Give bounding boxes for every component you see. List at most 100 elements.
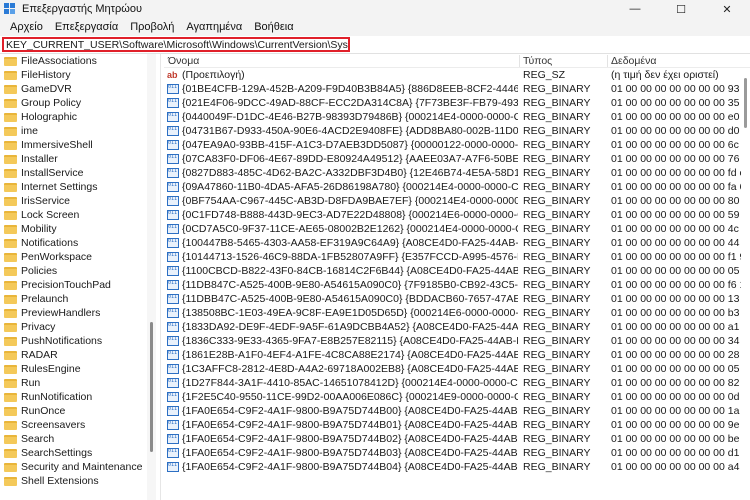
column-name-header[interactable]: Όνομα xyxy=(168,55,199,67)
tree-item[interactable]: Search xyxy=(0,432,54,446)
folder-icon xyxy=(4,126,17,136)
folder-icon xyxy=(4,280,17,290)
tree-item[interactable]: RulesEngine xyxy=(0,362,81,376)
tree-item[interactable]: FileAssociations xyxy=(0,54,97,68)
tree-item-label: Lock Screen xyxy=(21,209,80,221)
folder-icon xyxy=(4,378,17,388)
tree-item[interactable]: FileHistory xyxy=(0,68,71,82)
close-button[interactable]: ✕ xyxy=(704,0,750,18)
value-row[interactable]: 011 110{1FA0E654-C9F2-4A1F-9800-B9A75D74… xyxy=(164,446,750,460)
value-row[interactable]: 011 110{0CD7A5C0-9F37-11CE-AE65-08002B2E… xyxy=(164,222,750,236)
tree-item[interactable]: RADAR xyxy=(0,348,58,362)
tree-item[interactable]: PushNotifications xyxy=(0,334,102,348)
tree-item[interactable]: ime xyxy=(0,124,38,138)
value-row[interactable]: 011 110{0827D883-485C-4D62-BA2C-A332DBF3… xyxy=(164,166,750,180)
tree-item[interactable]: RunNotification xyxy=(0,390,92,404)
value-row[interactable]: ab (Προεπιλογή) REG_SZ (η τιμή δεν έχει ορι… xyxy=(164,68,750,82)
tree-item[interactable]: PreviewHandlers xyxy=(0,306,100,320)
tree-item[interactable]: Holographic xyxy=(0,110,77,124)
tree-item[interactable]: PrecisionTouchPad xyxy=(0,278,111,292)
tree-item[interactable]: Notifications xyxy=(0,236,78,250)
value-row[interactable]: 011 110{047EA9A0-93BB-415F-A1C3-D7AEB3DD… xyxy=(164,138,750,152)
tree-item-label: Installer xyxy=(21,153,58,165)
value-row[interactable]: 011 110{0C1FD748-B888-443D-9EC3-AD7E22D4… xyxy=(164,208,750,222)
tree-item[interactable]: Internet Settings xyxy=(0,180,97,194)
tree-item[interactable]: PenWorkspace xyxy=(0,250,92,264)
value-row[interactable]: 011 110{1861E28B-A1F0-4EF4-A1FE-4C8CA88E… xyxy=(164,348,750,362)
tree-item[interactable]: Mobility xyxy=(0,222,57,236)
folder-icon xyxy=(4,182,17,192)
tree-item[interactable]: Lock Screen xyxy=(0,208,79,222)
value-row[interactable]: 011 110{1FA0E654-C9F2-4A1F-9800-B9A75D74… xyxy=(164,460,750,474)
folder-icon xyxy=(4,308,17,318)
value-type: REG_BINARY xyxy=(523,111,591,123)
tree-scrollbar[interactable] xyxy=(147,54,156,500)
column-type-header[interactable]: Τύπος xyxy=(523,55,552,67)
tree-item[interactable]: Policies xyxy=(0,264,57,278)
key-tree[interactable]: FileAssociations FileHistory GameDVR Group … xyxy=(0,54,160,500)
value-row[interactable]: 011 110{1F2E5C40-9550-11CE-99D2-00AA006E… xyxy=(164,390,750,404)
value-data: 01 00 00 00 00 00 00 00 d1 c9 xyxy=(611,447,741,459)
tree-item[interactable]: IrisService xyxy=(0,194,70,208)
binary-value-icon: 011 110 xyxy=(167,294,179,304)
tree-scrollbar-thumb[interactable] xyxy=(150,322,153,452)
value-row[interactable]: 011 110{1FA0E654-C9F2-4A1F-9800-B9A75D74… xyxy=(164,404,750,418)
tree-item[interactable]: Run xyxy=(0,376,40,390)
tree-item[interactable]: InstallService xyxy=(0,166,83,180)
tree-item[interactable]: Shell Extensions xyxy=(0,474,99,488)
tree-item[interactable]: Prelaunch xyxy=(0,292,68,306)
value-row[interactable]: 011 110{04731B67-D933-450A-90E6-4ACD2E94… xyxy=(164,124,750,138)
tree-item[interactable]: SearchSettings xyxy=(0,446,92,460)
value-type: REG_SZ xyxy=(523,69,566,81)
value-row[interactable]: 011 110{1836C333-9E33-4365-9FA7-E8B257E8… xyxy=(164,334,750,348)
tree-item[interactable]: Group Policy xyxy=(0,96,81,110)
value-row[interactable]: 011 110{1FA0E654-C9F2-4A1F-9800-B9A75D74… xyxy=(164,418,750,432)
maximize-button[interactable]: ☐ xyxy=(658,0,704,18)
value-row[interactable]: 011 110{1FA0E654-C9F2-4A1F-9800-B9A75D74… xyxy=(164,432,750,446)
value-row[interactable]: 011 110{1100CBCD-B822-43F0-84CB-16814C2F… xyxy=(164,264,750,278)
tree-item[interactable]: Installer xyxy=(0,152,58,166)
value-row[interactable]: 011 110{07CA83F0-DF06-4E67-89DD-E80924A4… xyxy=(164,152,750,166)
value-data: 01 00 00 00 00 00 00 00 0d 6c xyxy=(611,391,741,403)
value-row[interactable]: 011 110{01BE4CFB-129A-452B-A209-F9D40B3B… xyxy=(164,82,750,96)
value-row[interactable]: 011 110{021E4F06-9DCC-49AD-88CF-ECC2DA31… xyxy=(164,96,750,110)
tree-item[interactable]: Screensavers xyxy=(0,418,85,432)
value-name: {1833DA92-DE9F-4EDF-9A5F-61A9DCBB4A52} {… xyxy=(182,321,518,333)
value-type: REG_BINARY xyxy=(523,153,591,165)
tree-item[interactable]: GameDVR xyxy=(0,82,72,96)
value-type: REG_BINARY xyxy=(523,181,591,193)
value-row[interactable]: 011 110{100447B8-5465-4303-AA58-EF319A9C… xyxy=(164,236,750,250)
binary-value-icon: 011 110 xyxy=(167,182,179,192)
tree-item[interactable]: RunOnce xyxy=(0,404,65,418)
value-row[interactable]: 011 110{1C3AFFC8-2812-4E8D-A4A2-69718A00… xyxy=(164,362,750,376)
value-row[interactable]: 011 110{11DBB47C-A525-400B-9E80-A54615A0… xyxy=(164,292,750,306)
value-name: {1100CBCD-B822-43F0-84CB-16814C2F6B44} {… xyxy=(182,265,518,277)
folder-icon xyxy=(4,196,17,206)
value-row[interactable]: 011 110{11DB847C-A525-400B-9E80-A54615A0… xyxy=(164,278,750,292)
menu-view[interactable]: Προβολή xyxy=(124,21,180,33)
column-divider[interactable] xyxy=(519,55,520,67)
value-row[interactable]: 011 110{138508BC-1E03-49EA-9C8F-EA9E1D05… xyxy=(164,306,750,320)
binary-value-icon: 011 110 xyxy=(167,252,179,262)
value-row[interactable]: 011 110{1833DA92-DE9F-4EDF-9A5F-61A9DCBB… xyxy=(164,320,750,334)
menu-help[interactable]: Βοήθεια xyxy=(248,21,299,33)
menu-file[interactable]: Αρχείο xyxy=(4,21,49,33)
value-data: 01 00 00 00 00 00 00 00 f6 10 9 xyxy=(611,279,741,291)
value-row[interactable]: 011 110{10144713-1526-46C9-88DA-1FB52807… xyxy=(164,250,750,264)
address-input[interactable]: KEY_CURRENT_USER\Software\Microsoft\Wind… xyxy=(2,37,350,52)
column-data-header[interactable]: Δεδομένα xyxy=(611,55,656,67)
minimize-button[interactable]: — xyxy=(612,0,658,18)
tree-item[interactable]: Privacy xyxy=(0,320,55,334)
value-type: REG_BINARY xyxy=(523,209,591,221)
tree-item[interactable]: ImmersiveShell xyxy=(0,138,93,152)
tree-item[interactable]: Security and Maintenance xyxy=(0,460,142,474)
value-row[interactable]: 011 110{1D27F844-3A1F-4410-85AC-14651078… xyxy=(164,376,750,390)
value-row[interactable]: 011 110{0BF754AA-C967-445C-AB3D-D8FDA9BA… xyxy=(164,194,750,208)
value-row[interactable]: 011 110{0440049F-D1DC-4E46-B27B-98393D79… xyxy=(164,110,750,124)
column-divider[interactable] xyxy=(607,55,608,67)
binary-value-icon: 011 110 xyxy=(167,154,179,164)
value-data: 01 00 00 00 00 00 00 00 b3 7c xyxy=(611,307,741,319)
menu-favorites[interactable]: Αγαπημένα xyxy=(180,21,248,33)
value-row[interactable]: 011 110{09A47860-11B0-4DA5-AFA5-26D86198… xyxy=(164,180,750,194)
menu-edit[interactable]: Επεξεργασία xyxy=(49,21,124,33)
